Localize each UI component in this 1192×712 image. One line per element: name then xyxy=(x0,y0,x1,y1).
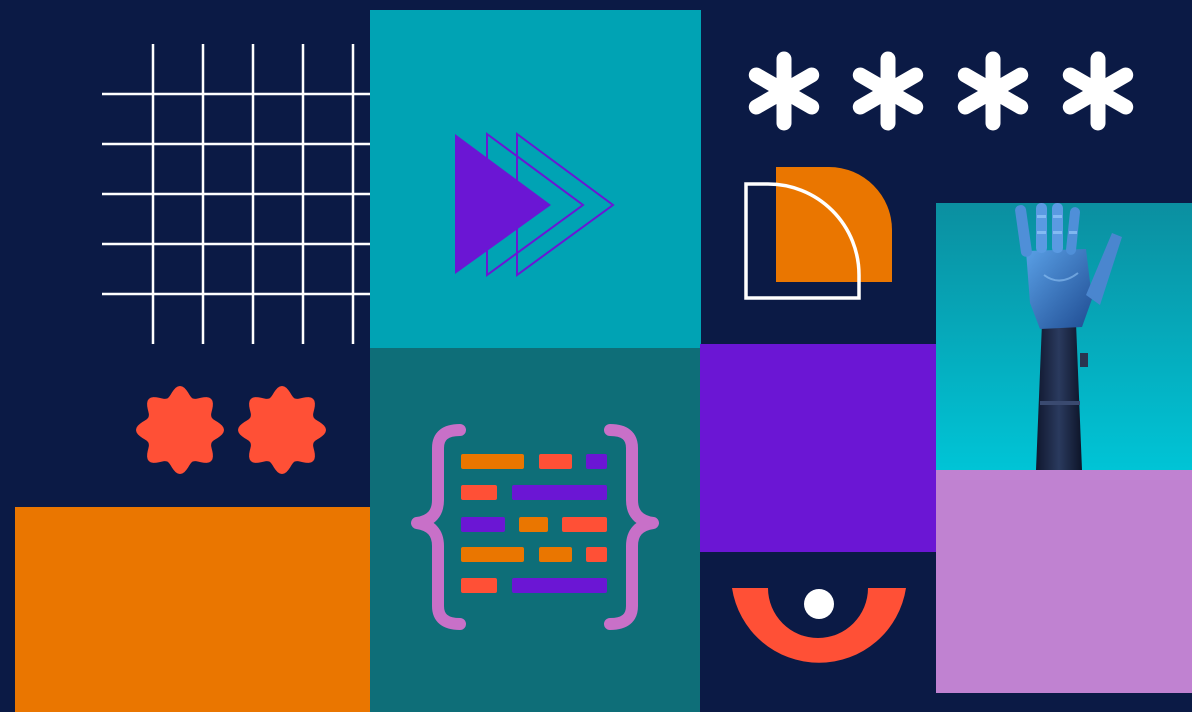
code-bar xyxy=(586,547,607,562)
code-bar xyxy=(562,517,607,532)
flower-icon xyxy=(136,386,224,474)
code-lines xyxy=(461,454,607,593)
code-panel xyxy=(370,348,700,712)
fast-forward-icon xyxy=(455,132,615,277)
asterisk-row xyxy=(748,51,1134,131)
purple-block xyxy=(700,344,936,552)
asterisk-icon xyxy=(748,51,820,131)
code-braces-icon xyxy=(411,424,659,630)
grid-icon xyxy=(102,44,372,344)
half-ring-eye-icon xyxy=(732,588,906,663)
code-bar xyxy=(539,454,572,469)
teal-play-panel xyxy=(370,10,701,384)
quarter-circle-icon xyxy=(744,167,892,300)
lilac-block xyxy=(936,470,1192,693)
asterisk-icon xyxy=(957,51,1029,131)
code-bar xyxy=(461,454,524,469)
code-bar xyxy=(512,485,607,500)
right-brace xyxy=(604,424,659,630)
dot xyxy=(804,589,834,619)
code-bar xyxy=(539,547,572,562)
code-bar xyxy=(461,578,497,593)
robotic-hand-photo xyxy=(936,203,1192,470)
collage-canvas xyxy=(0,0,1192,712)
asterisk-icon xyxy=(852,51,924,131)
code-bar xyxy=(586,454,607,469)
asterisk-icon xyxy=(1062,51,1134,131)
flower-icon xyxy=(238,386,326,474)
code-bar xyxy=(519,517,548,532)
code-bar xyxy=(461,517,505,532)
robotic-hand-illustration xyxy=(936,203,1192,470)
code-bar xyxy=(461,485,497,500)
code-bar xyxy=(461,547,524,562)
code-bar xyxy=(512,578,607,593)
orange-block xyxy=(15,507,370,712)
left-brace xyxy=(411,424,466,630)
flower-pair xyxy=(136,386,326,474)
